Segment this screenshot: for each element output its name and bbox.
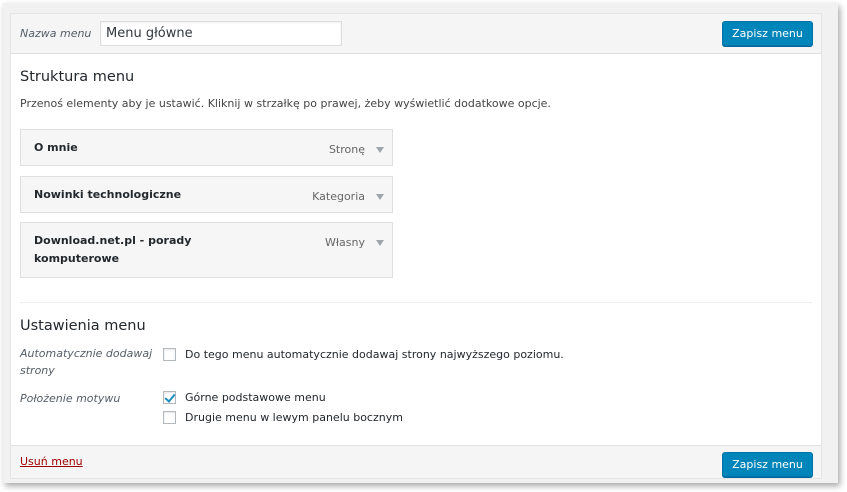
save-menu-button-bottom[interactable]: Zapisz menu [722,452,813,477]
menu-item-title: O mnie [34,141,78,154]
auto-add-pages-text[interactable]: Do tego menu automatycznie dodawaj stron… [185,348,564,361]
menu-item-title: Nowinki technologiczne [34,188,182,201]
menu-footer-bar [11,445,821,478]
menu-edit-panel: Nazwa menu Zapisz menu Struktura menu Pr… [10,13,822,479]
arrow-down-icon[interactable] [376,147,384,153]
location-secondary-checkbox[interactable] [163,411,176,424]
menu-header-bar: Nazwa menu Zapisz menu [11,14,821,54]
auto-add-pages-label: Automatycznie dodawaj strony [20,347,153,377]
menu-structure-title: Struktura menu [20,69,135,85]
menu-item-type: Kategoria [312,190,365,203]
theme-location-label: Położenie motywu [20,392,121,405]
menu-item-type: Własny [325,236,365,249]
delete-menu-link[interactable]: Usuń menu [20,455,83,468]
menu-name-input[interactable] [100,21,342,46]
menu-settings-title: Ustawienia menu [20,318,146,334]
location-primary-checkbox[interactable] [163,391,176,404]
auto-add-pages-checkbox[interactable] [163,348,176,361]
check-icon [164,391,176,403]
menu-name-label: Nazwa menu [20,27,92,40]
section-divider [20,302,812,303]
menu-item[interactable]: Download.net.pl - porady komputerowe Wła… [20,222,393,278]
menu-item-title: Download.net.pl - porady komputerowe [34,234,192,265]
menu-item-type: Stronę [328,143,365,156]
menu-item[interactable]: Nowinki technologiczne Kategoria [20,176,393,213]
location-primary-text[interactable]: Górne podstawowe menu [185,391,326,404]
menu-item[interactable]: O mnie Stronę [20,129,393,166]
location-secondary-text[interactable]: Drugie menu w lewym panelu bocznym [185,411,403,424]
arrow-down-icon[interactable] [376,194,384,200]
menu-structure-instructions: Przenoś elementy aby je ustawić. Kliknij… [20,97,551,110]
arrow-down-icon[interactable] [376,240,384,246]
save-menu-button-top[interactable]: Zapisz menu [722,21,813,46]
